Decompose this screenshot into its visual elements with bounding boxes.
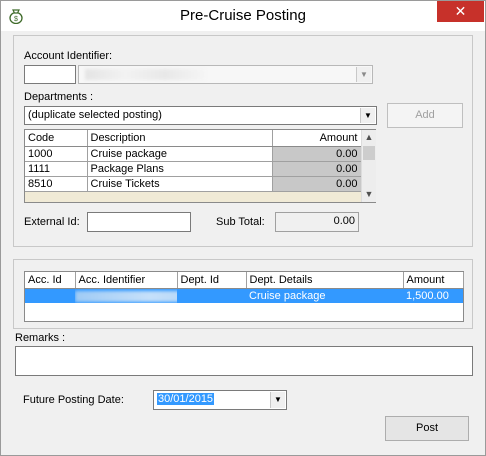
- column-header-acc-id[interactable]: Acc. Id: [25, 272, 76, 289]
- account-identifier-redacted: [85, 69, 205, 80]
- column-header-acc-identifier[interactable]: Acc. Identifier: [75, 272, 178, 289]
- title-bar: $ Pre-Cruise Posting ✕: [1, 1, 485, 31]
- cell-description: Cruise Tickets: [87, 176, 273, 192]
- cell-code: 1111: [25, 161, 88, 177]
- post-button[interactable]: Post: [385, 416, 469, 441]
- future-posting-date-label: Future Posting Date:: [23, 394, 124, 406]
- pre-cruise-posting-window: $ Pre-Cruise Posting ✕ Account Identifie…: [0, 0, 486, 456]
- cell-dept-details: Cruise package: [246, 288, 403, 303]
- column-header-description[interactable]: Description: [87, 130, 273, 147]
- department-grid-scrollbar[interactable]: ▲ ▼: [361, 130, 376, 202]
- account-identifier-combo[interactable]: ▼: [78, 65, 373, 84]
- future-posting-date-value: 30/01/2015: [157, 393, 215, 405]
- chevron-down-icon: ▼: [270, 392, 285, 408]
- cell-code: 8510: [25, 176, 88, 192]
- subtotal-value: 0.00: [275, 212, 359, 232]
- close-button[interactable]: ✕: [437, 1, 484, 22]
- add-button[interactable]: Add: [387, 103, 463, 128]
- external-id-label: External Id:: [24, 216, 80, 228]
- cell-amount: 1,500.00: [403, 288, 463, 303]
- table-row[interactable]: Cruise package 1,500.00: [25, 288, 463, 303]
- cell-acc-identifier: [75, 288, 177, 303]
- cell-amount[interactable]: 0.00: [272, 161, 362, 177]
- subtotal-label: Sub Total:: [216, 216, 265, 228]
- remarks-label: Remarks :: [15, 332, 66, 344]
- cell-dept-id: [177, 288, 246, 303]
- scroll-thumb[interactable]: [363, 146, 375, 160]
- remarks-input[interactable]: [15, 346, 473, 376]
- column-header-dept-details[interactable]: Dept. Details: [246, 272, 404, 289]
- cell-acc-id: [25, 288, 75, 303]
- account-id-field[interactable]: [24, 65, 76, 84]
- table-row[interactable]: 8510 Cruise Tickets 0.00: [25, 176, 362, 192]
- column-header-code[interactable]: Code: [25, 130, 88, 147]
- cell-amount[interactable]: 0.00: [272, 176, 362, 192]
- department-grid: Code Description Amount 1000 Cruise pack…: [24, 129, 376, 203]
- scroll-up-icon[interactable]: ▲: [362, 130, 376, 144]
- column-header-dept-id[interactable]: Dept. Id: [177, 272, 247, 289]
- chevron-down-icon: ▼: [356, 67, 371, 82]
- external-id-input[interactable]: [87, 212, 191, 232]
- account-identifier-label: Account Identifier:: [24, 50, 113, 62]
- departments-selected-value: (duplicate selected posting): [28, 109, 162, 121]
- department-grid-header: Code Description Amount: [25, 130, 362, 147]
- table-row[interactable]: 1111 Package Plans 0.00: [25, 161, 362, 177]
- future-posting-date-picker[interactable]: 30/01/2015 ▼: [153, 390, 287, 410]
- departments-label: Departments :: [24, 91, 94, 103]
- postings-list: Acc. Id Acc. Identifier Dept. Id Dept. D…: [24, 271, 464, 322]
- column-header-amount[interactable]: Amount: [403, 272, 464, 289]
- departments-select[interactable]: (duplicate selected posting) ▼: [24, 106, 377, 125]
- postings-header: Acc. Id Acc. Identifier Dept. Id Dept. D…: [25, 272, 464, 289]
- postings-group: Acc. Id Acc. Identifier Dept. Id Dept. D…: [13, 259, 473, 329]
- scroll-down-icon[interactable]: ▼: [362, 187, 376, 201]
- cell-description: Cruise package: [87, 146, 273, 162]
- chevron-down-icon: ▼: [360, 108, 375, 123]
- acc-identifier-redacted: [75, 290, 177, 302]
- column-header-amount[interactable]: Amount: [272, 130, 362, 147]
- table-row[interactable]: 1000 Cruise package 0.00: [25, 146, 362, 162]
- cell-description: Package Plans: [87, 161, 273, 177]
- cell-code: 1000: [25, 146, 88, 162]
- cell-amount[interactable]: 0.00: [272, 146, 362, 162]
- window-title: Pre-Cruise Posting: [180, 7, 306, 24]
- posting-entry-group: Account Identifier: ▼ Departments : (dup…: [13, 35, 473, 247]
